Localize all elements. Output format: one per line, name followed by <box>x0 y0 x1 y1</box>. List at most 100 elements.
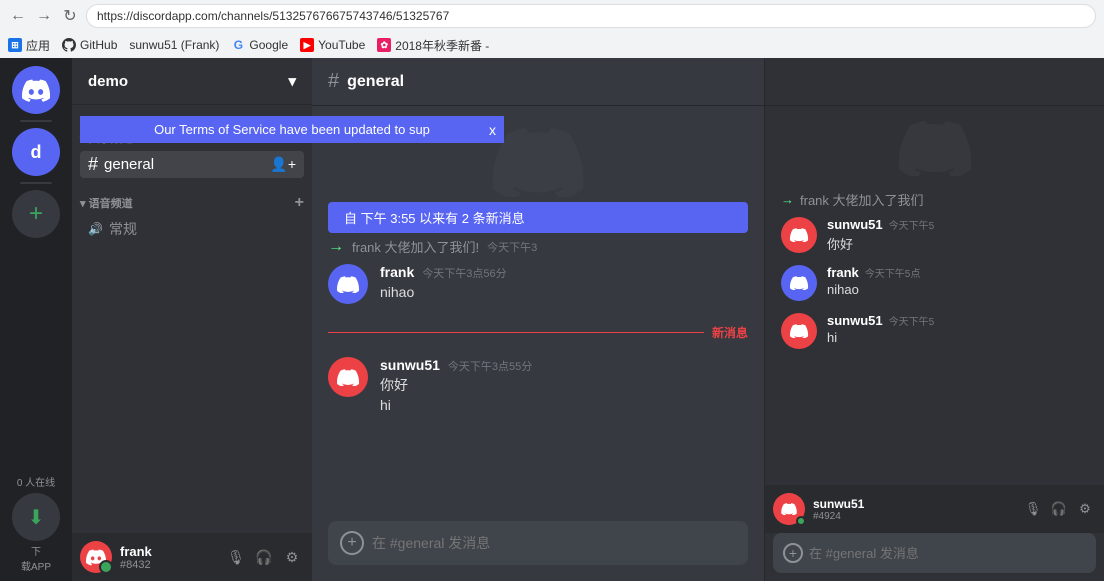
bookmark-apps-label: 应用 <box>26 37 50 54</box>
bookmark-youtube[interactable]: ▶ YouTube <box>300 38 365 52</box>
toast-notification[interactable]: Our Terms of Service have been updated t… <box>80 116 504 143</box>
server-name-header[interactable]: demo ▾ <box>72 58 312 105</box>
sunwu51-message-time: 今天下午3点55分 <box>448 358 532 374</box>
bookmark-google-label: Google <box>249 38 288 52</box>
online-dot <box>796 516 806 526</box>
sunwu51-message-content: sunwu51 今天下午3点55分 你好 hi <box>380 357 748 415</box>
toast-close-button[interactable]: x <box>489 122 496 138</box>
bookmark-sunwu[interactable]: sunwu51 (Frank) <box>129 38 219 52</box>
bookmark-github-label: GitHub <box>80 38 117 52</box>
channel-general-label: general <box>104 156 154 173</box>
right-user-tag: #4924 <box>813 511 1014 522</box>
notification-bar[interactable]: 自 下午 3:55 以来有 2 条新消息 <box>328 202 748 233</box>
chat-header: # general <box>312 58 764 106</box>
download-label: 下载APP <box>21 543 51 573</box>
channel-general[interactable]: # general 👤+ <box>80 151 304 178</box>
channel-item-actions: 👤+ <box>270 156 296 173</box>
right-sunwu51-time-2: 今天下午5 <box>889 313 935 328</box>
download-app-button[interactable]: ⬇ <box>12 493 60 541</box>
right-message-sunwu51-2: sunwu51 今天下午5 hi <box>765 309 1104 353</box>
right-sunwu51-content-2: sunwu51 今天下午5 hi <box>827 313 1088 349</box>
right-user-info: sunwu51 #4924 <box>813 497 1014 522</box>
sunwu51-message-text-2: hi <box>380 396 748 416</box>
frank-avatar <box>328 264 368 304</box>
chat-messages: 自 下午 3:55 以来有 2 条新消息 → frank 大佬加入了我们! 今天… <box>312 106 764 513</box>
message-frank: frank 今天下午3点56分 nihao <box>312 260 764 308</box>
sunwu51-message-header: sunwu51 今天下午3点55分 <box>380 357 748 374</box>
add-user-icon[interactable]: 👤+ <box>270 156 296 173</box>
right-mute-button[interactable]: 🎙 <box>1022 498 1044 520</box>
bookmark-2018[interactable]: ✿ 2018年秋季新番 - <box>377 37 489 54</box>
system-join-message: → frank 大佬加入了我们! 今天下午3 <box>312 233 764 260</box>
deafen-button[interactable]: 🎧 <box>252 545 276 569</box>
add-server-button[interactable]: + <box>12 190 60 238</box>
server-divider-2 <box>20 182 52 184</box>
right-sunwu51-avatar-1 <box>781 217 817 253</box>
browser-nav: ← → ↻ https://discordapp.com/channels/51… <box>0 0 1104 32</box>
bookmark-2018-label: 2018年秋季新番 - <box>395 37 489 54</box>
bookmark-google[interactable]: G Google <box>231 38 288 52</box>
right-attach-button[interactable]: + <box>783 543 803 563</box>
forward-button[interactable]: → <box>34 6 54 26</box>
youtube-icon: ▶ <box>300 38 314 52</box>
bookmark-github[interactable]: GitHub <box>62 38 117 52</box>
right-message-input[interactable] <box>809 546 1086 561</box>
server-demo-icon[interactable]: d <box>12 128 60 176</box>
right-message-frank: frank 今天下午5点 nihao <box>765 261 1104 305</box>
right-panel-header <box>765 58 1104 106</box>
server-divider <box>20 120 52 122</box>
frank-message-time: 今天下午3点56分 <box>422 265 506 281</box>
server-name: demo <box>88 73 128 90</box>
right-frank-avatar <box>781 265 817 301</box>
discord-home-button[interactable] <box>12 66 60 114</box>
refresh-button[interactable]: ↻ <box>60 6 80 26</box>
message-sunwu51: sunwu51 今天下午3点55分 你好 hi <box>312 353 764 419</box>
address-text: https://discordapp.com/channels/51325767… <box>97 9 449 23</box>
add-voice-channel-button[interactable]: + <box>295 194 304 212</box>
system-join-text: frank 大佬加入了我们! <box>352 237 479 256</box>
right-settings-button[interactable]: ⚙ <box>1074 498 1096 520</box>
voice-category[interactable]: ▾ 语音频道 + <box>72 178 312 216</box>
voice-channel-name: 常规 <box>109 219 137 239</box>
right-frank-content: frank 今天下午5点 nihao <box>827 265 1088 301</box>
attach-file-button[interactable]: + <box>340 531 364 555</box>
right-sunwu51-text-2: hi <box>827 330 1088 345</box>
username: frank <box>120 544 216 559</box>
bookmarks-bar: ⊞ 应用 GitHub sunwu51 (Frank) G Google ▶ Y… <box>0 32 1104 58</box>
frank-message-text: nihao <box>380 283 748 303</box>
bookmark-apps[interactable]: ⊞ 应用 <box>8 37 50 54</box>
github-icon <box>62 38 76 52</box>
right-chat-input-box: + <box>773 533 1096 573</box>
message-input[interactable] <box>372 535 736 551</box>
new-message-divider: 新消息 <box>312 316 764 349</box>
back-button[interactable]: ← <box>8 6 28 26</box>
right-message-sunwu51-1: sunwu51 今天下午5 你好 <box>765 213 1104 257</box>
join-arrow-icon: → <box>328 238 344 256</box>
address-bar[interactable]: https://discordapp.com/channels/51325767… <box>86 4 1096 28</box>
sunwu51-username: sunwu51 <box>380 357 440 373</box>
discord-app: Our Terms of Service have been updated t… <box>0 58 1104 581</box>
sunwu51-message-text-1: 你好 <box>380 376 748 396</box>
google-icon: G <box>231 38 245 52</box>
right-sunwu51-header-2: sunwu51 今天下午5 <box>827 313 1088 328</box>
right-system-join: → frank 大佬加入了我们 <box>765 186 1104 213</box>
mute-button[interactable]: 🎙 <box>224 545 248 569</box>
bookmark-sunwu-label: sunwu51 (Frank) <box>129 38 219 52</box>
chat-input-box: + <box>328 521 748 565</box>
right-join-arrow-icon: → <box>781 192 794 207</box>
user-tag: #8432 <box>120 559 216 571</box>
right-frank-text: nihao <box>827 282 1088 297</box>
right-sunwu51-name-2: sunwu51 <box>827 313 883 328</box>
channel-list: ▾ 文字频道 + # general 👤+ ▾ 语音频道 <box>72 105 312 533</box>
right-frank-header: frank 今天下午5点 <box>827 265 1088 280</box>
right-chat-messages: → frank 大佬加入了我们 sunwu51 今天下午5 你好 <box>765 106 1104 485</box>
user-avatar <box>80 541 112 573</box>
right-deafen-button[interactable]: 🎧 <box>1048 498 1070 520</box>
voice-channel-general[interactable]: 🔊 常规 <box>80 216 304 242</box>
right-user-avatar <box>773 493 805 525</box>
system-join-time: 今天下午3 <box>487 239 537 255</box>
right-sunwu51-name-1: sunwu51 <box>827 217 883 232</box>
user-settings-button[interactable]: ⚙ <box>280 545 304 569</box>
browser-chrome: ← → ↻ https://discordapp.com/channels/51… <box>0 0 1104 58</box>
bookmark-2018-icon: ✿ <box>377 38 391 52</box>
